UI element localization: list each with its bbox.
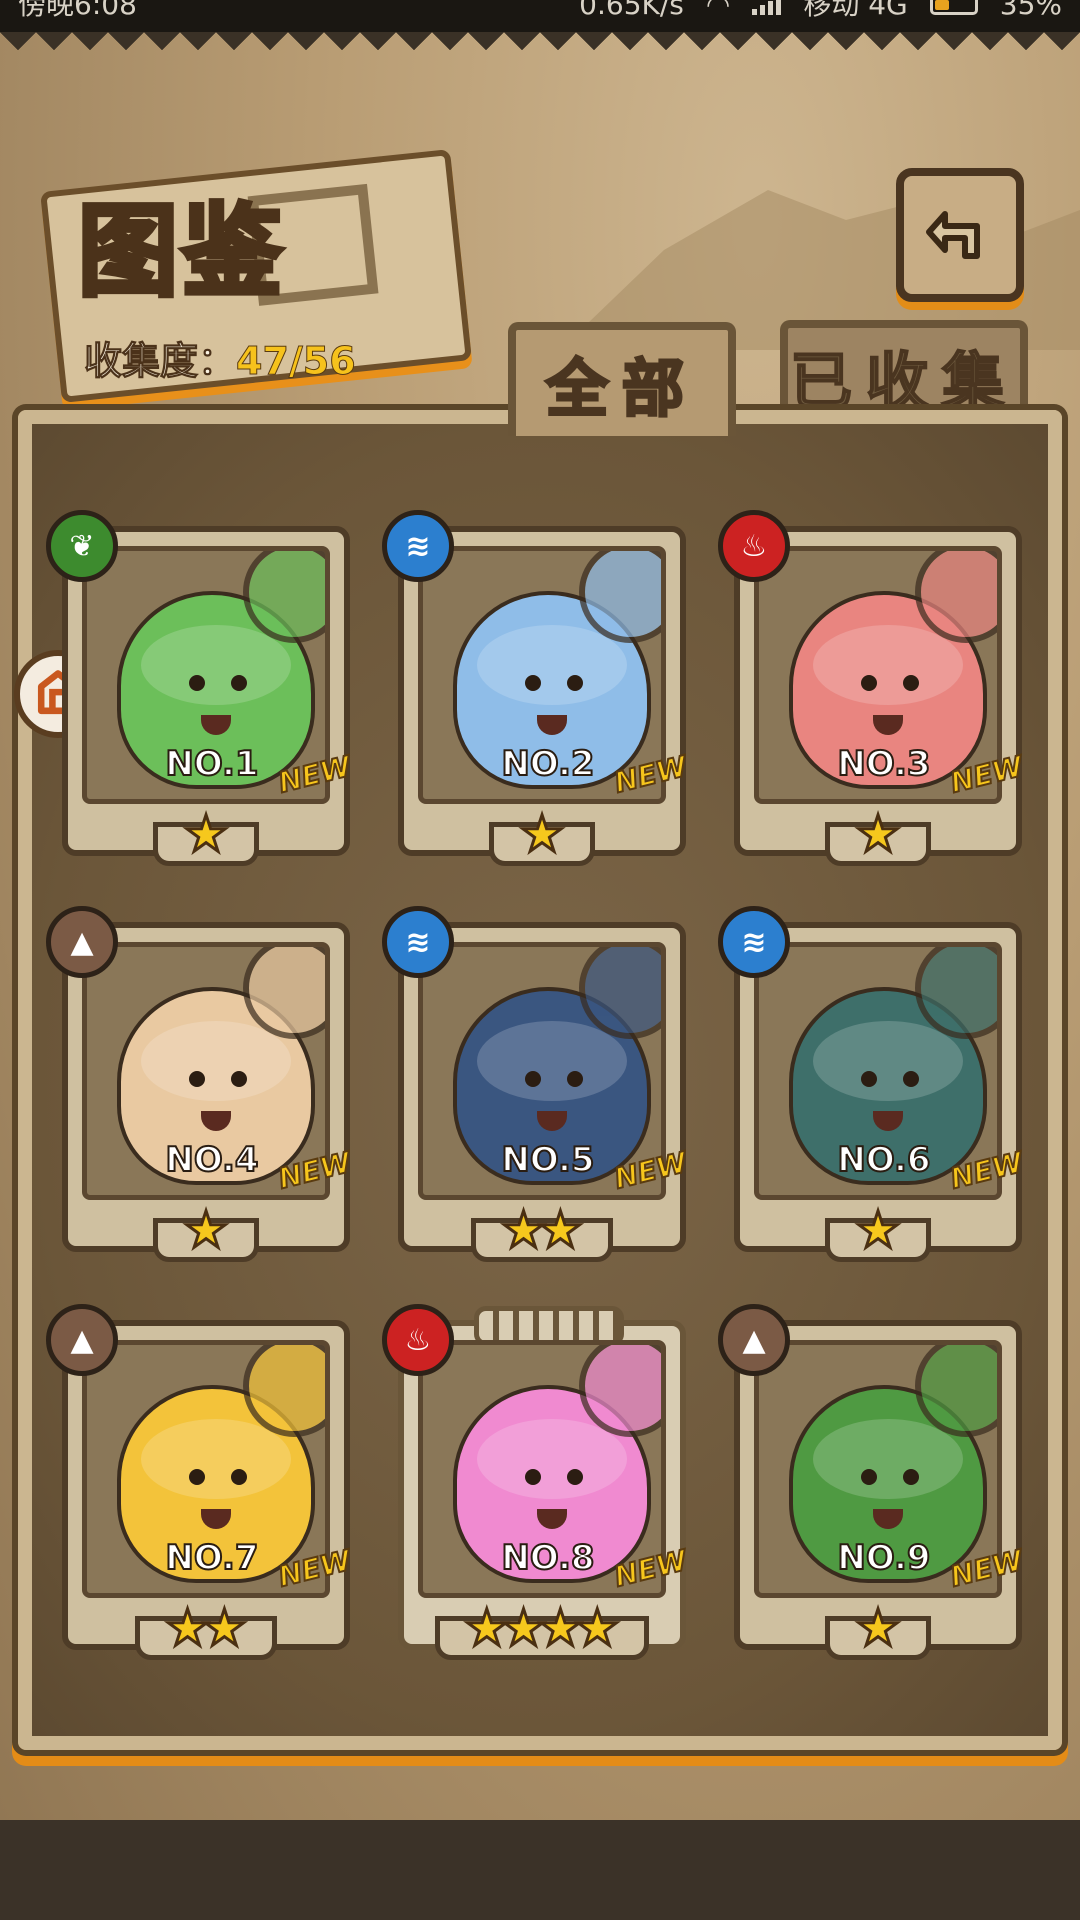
star-icon: ★ (854, 1201, 902, 1259)
water-icon: ≋ (382, 510, 454, 582)
creature-eye (861, 1071, 877, 1087)
creature-mouth (201, 715, 231, 735)
creature-mouth (873, 715, 903, 735)
battery-percent: 35% (999, 0, 1062, 21)
grass-icon: ❦ (46, 510, 118, 582)
creature-eye (861, 675, 877, 691)
collection-label: 收集度： (83, 339, 237, 384)
creature-mouth (201, 1111, 231, 1131)
star-rating: ★ (489, 808, 595, 866)
star-icon: ★ (182, 805, 230, 863)
top-border (0, 32, 1080, 66)
creature-eye (189, 1469, 205, 1485)
water-icon: ≋ (382, 906, 454, 978)
signal-icon (752, 0, 782, 15)
creature-mouth (873, 1509, 903, 1529)
creature-mouth (537, 1111, 567, 1131)
creature-card[interactable]: NO.1 NEW ❦ ★ (46, 510, 355, 866)
page-title: 图鉴 (76, 190, 286, 313)
creature-eye (567, 1071, 583, 1087)
creature-eye (189, 675, 205, 691)
creature-eye (231, 1469, 247, 1485)
creature-eye (189, 1071, 205, 1087)
water-icon: ≋ (718, 906, 790, 978)
creature-eye (861, 1469, 877, 1485)
creature-card[interactable]: NO.9 NEW ▲ ★ (718, 1304, 1027, 1660)
creature-mouth (873, 1111, 903, 1131)
back-arrow-icon (926, 211, 980, 259)
creature-eye (525, 1469, 541, 1485)
carrier-label: 移动 4G (803, 0, 908, 21)
star-icon: ★ (518, 805, 566, 863)
earth-icon: ▲ (46, 1304, 118, 1376)
earth-icon: ▲ (718, 1304, 790, 1376)
creature-card[interactable]: NO.5 NEW ≋ ★ ★ (382, 906, 691, 1262)
creature-eye (903, 1071, 919, 1087)
star-rating: ★ (825, 1204, 931, 1262)
creature-eye (525, 675, 541, 691)
creature-eye (525, 1071, 541, 1087)
bottom-border (0, 1802, 1080, 1920)
collection-value: 47/56 (236, 339, 357, 384)
star-icon: ★ (537, 1201, 585, 1259)
fire-icon: ♨ (718, 510, 790, 582)
star-icon: ★ (854, 805, 902, 863)
creature-eye (567, 675, 583, 691)
creature-card[interactable]: NO.3 NEW ♨ ★ (718, 510, 1027, 866)
tab-all[interactable]: 全部 (508, 322, 736, 436)
star-rating: ★ ★ (471, 1204, 613, 1262)
network-speed: 0.65K/s (579, 0, 684, 21)
star-rating: ★ ★ ★ ★ (435, 1602, 649, 1660)
star-icon: ★ (182, 1201, 230, 1259)
status-right: 0.65K/s ◠ 移动 4G 35% (579, 0, 1062, 21)
star-rating: ★ ★ (135, 1602, 277, 1660)
battery-icon (929, 0, 978, 15)
creature-eye (567, 1469, 583, 1485)
back-button[interactable] (896, 168, 1024, 302)
creature-eye (903, 1469, 919, 1485)
status-bar: 傍晚6:08 0.65K/s ◠ 移动 4G 35% (0, 0, 1080, 32)
star-rating: ★ (153, 808, 259, 866)
fire-icon: ♨ (382, 1304, 454, 1376)
star-icon: ★ (201, 1599, 249, 1657)
star-icon: ★ (573, 1599, 621, 1657)
creature-card[interactable]: NO.4 NEW ▲ ★ (46, 906, 355, 1262)
star-icon: ★ (854, 1599, 902, 1657)
creature-mouth (537, 715, 567, 735)
creature-eye (903, 675, 919, 691)
collection-progress: 收集度：47/56 (83, 330, 357, 385)
star-rating: ★ (825, 808, 931, 866)
earth-icon: ▲ (46, 906, 118, 978)
creature-card[interactable]: NO.7 NEW ▲ ★ ★ (46, 1304, 355, 1660)
tab-collected[interactable]: 已收集 (780, 320, 1028, 424)
creature-mouth (537, 1509, 567, 1529)
creature-eye (231, 1071, 247, 1087)
creature-mouth (201, 1509, 231, 1529)
star-rating: ★ (825, 1602, 931, 1660)
wifi-icon: ◠ (705, 0, 731, 21)
creature-card[interactable]: NO.8 NEW ♨ ★ ★ ★ ★ (382, 1304, 691, 1660)
star-rating: ★ (153, 1204, 259, 1262)
creature-card[interactable]: NO.2 NEW ≋ ★ (382, 510, 691, 866)
creature-card[interactable]: NO.6 NEW ≋ ★ (718, 906, 1027, 1262)
status-time: 傍晚6:08 (18, 0, 137, 21)
creature-eye (231, 675, 247, 691)
